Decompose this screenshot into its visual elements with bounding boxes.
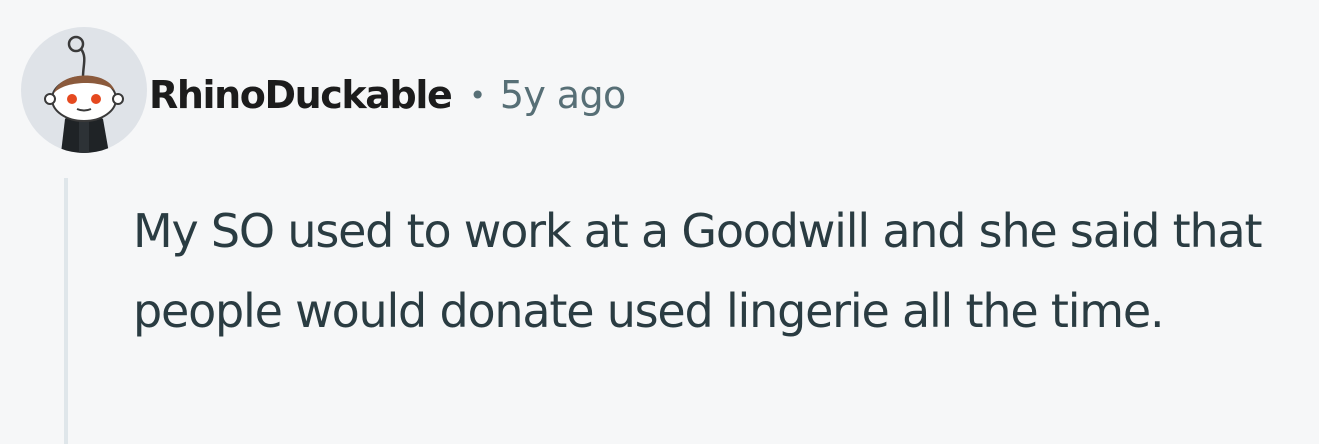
snoo-avatar-icon	[44, 35, 124, 153]
comment-header: RhinoDuckable • 5y ago	[149, 67, 626, 123]
comment: RhinoDuckable • 5y ago My SO used to wor…	[0, 0, 1319, 444]
comment-timestamp[interactable]: 5y ago	[500, 73, 626, 117]
user-avatar[interactable]	[21, 27, 147, 153]
author-username[interactable]: RhinoDuckable	[149, 73, 453, 117]
comment-body: My SO used to work at a Goodwill and she…	[133, 204, 1262, 338]
separator-dot: •	[469, 78, 486, 112]
thread-line[interactable]	[64, 178, 68, 444]
